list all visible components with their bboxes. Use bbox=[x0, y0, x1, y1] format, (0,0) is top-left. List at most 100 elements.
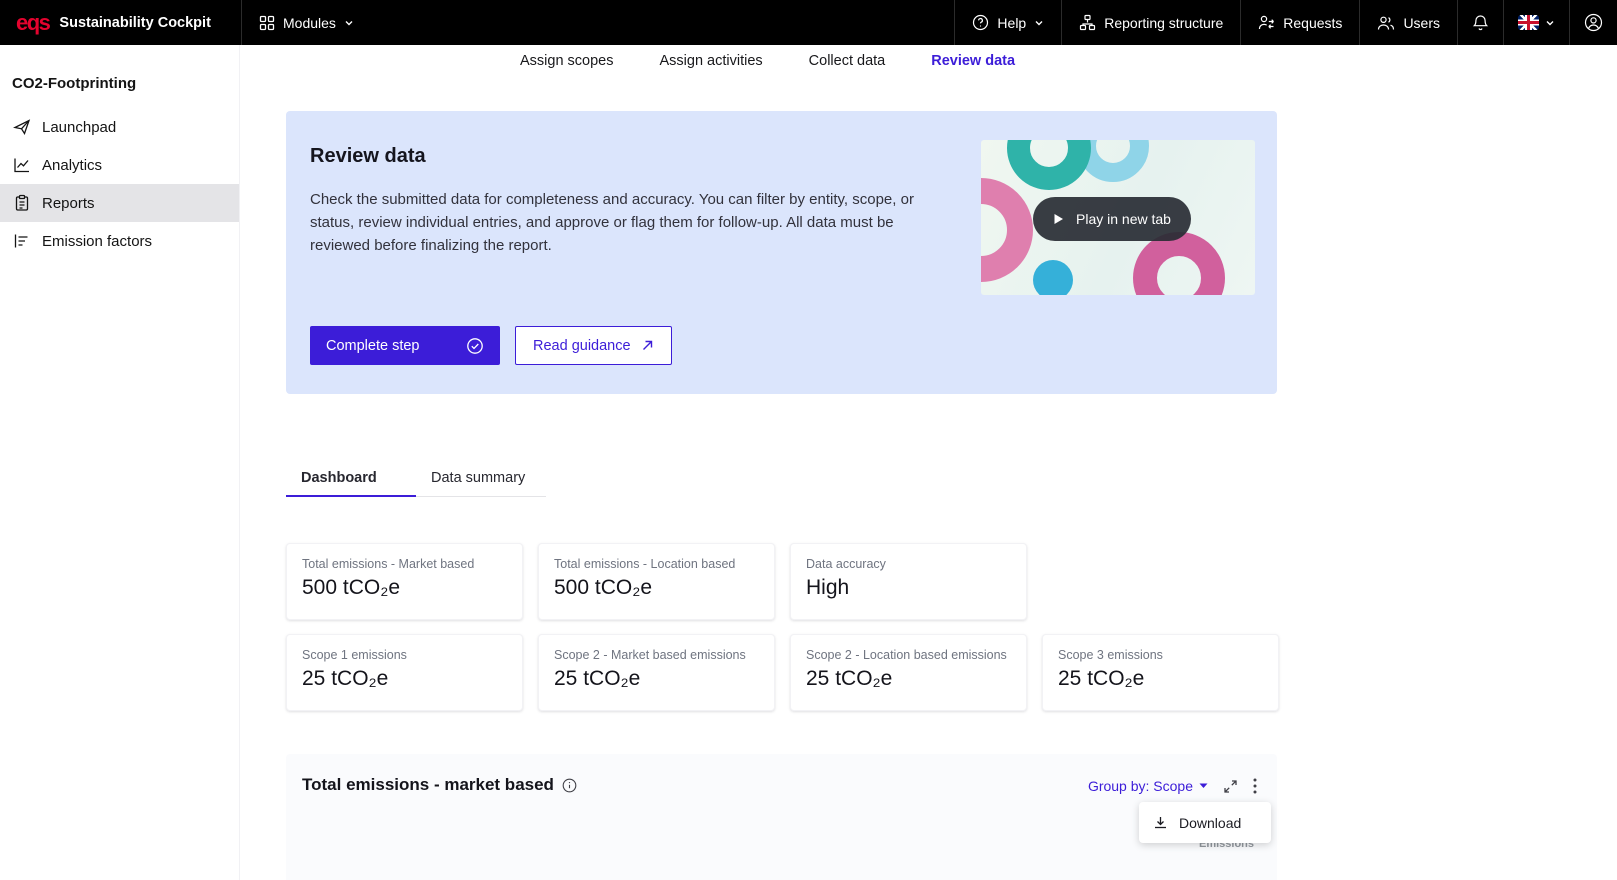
nav-label: Emission factors bbox=[42, 233, 152, 250]
step-assign-activities[interactable]: Assign activities bbox=[660, 53, 763, 69]
brand: eqs Sustainability Cockpit bbox=[0, 0, 241, 45]
launchpad-icon bbox=[13, 118, 31, 136]
tab-dashboard[interactable]: Dashboard bbox=[286, 459, 416, 496]
kpi-value: 500 tCO₂e bbox=[554, 576, 759, 600]
hero-title: Review data bbox=[310, 145, 426, 168]
sidebar-nav: Launchpad Analytics Reports Emission fac… bbox=[0, 108, 239, 260]
group-by-label: Group by: Scope bbox=[1088, 778, 1193, 794]
users-icon bbox=[1377, 15, 1395, 31]
info-icon[interactable] bbox=[562, 778, 577, 793]
tab-label: Data summary bbox=[431, 470, 525, 486]
account-menu[interactable] bbox=[1569, 0, 1617, 45]
sidebar-item-emission-factors[interactable]: Emission factors bbox=[0, 222, 239, 260]
video-decoration bbox=[1033, 260, 1073, 295]
play-in-new-tab-button[interactable]: Play in new tab bbox=[1033, 197, 1191, 241]
kpi-row-scopes: Scope 1 emissions 25 tCO₂e Scope 2 - Mar… bbox=[286, 634, 1279, 711]
app-title: Sustainability Cockpit bbox=[59, 15, 210, 31]
help-label: Help bbox=[997, 15, 1026, 31]
eqs-logo[interactable]: eqs bbox=[16, 10, 49, 36]
reports-icon bbox=[13, 194, 31, 212]
help-menu[interactable]: Help bbox=[954, 0, 1061, 45]
reporting-structure-label: Reporting structure bbox=[1104, 15, 1223, 31]
chevron-down-icon bbox=[1034, 18, 1044, 28]
wizard-steps: Assign scopes Assign activities Collect … bbox=[240, 45, 1617, 77]
hierarchy-icon bbox=[1079, 14, 1096, 31]
kpi-value: 25 tCO₂e bbox=[302, 667, 507, 691]
kebab-menu-button[interactable] bbox=[1253, 778, 1257, 794]
help-icon bbox=[972, 14, 989, 31]
group-by-dropdown[interactable]: Group by: Scope bbox=[1088, 778, 1208, 794]
kpi-card-total-location: Total emissions - Location based 500 tCO… bbox=[538, 543, 775, 620]
notifications-button[interactable] bbox=[1457, 0, 1503, 45]
read-guidance-label: Read guidance bbox=[533, 338, 631, 354]
chart-title: Total emissions - market based bbox=[302, 775, 554, 795]
chart-panel: Total emissions - market based Group by:… bbox=[286, 754, 1277, 880]
kpi-label: Scope 3 emissions bbox=[1058, 648, 1263, 662]
video-decoration bbox=[1007, 140, 1091, 190]
sidebar-item-reports[interactable]: Reports bbox=[0, 184, 239, 222]
tab-data-summary[interactable]: Data summary bbox=[416, 459, 546, 496]
kpi-card-scope2-location: Scope 2 - Location based emissions 25 tC… bbox=[790, 634, 1027, 711]
kpi-value: High bbox=[806, 576, 1011, 600]
chart-controls: Group by: Scope bbox=[1088, 778, 1257, 794]
users-button[interactable]: Users bbox=[1359, 0, 1457, 45]
kpi-value: 25 tCO₂e bbox=[806, 667, 1011, 691]
hero-actions: Complete step Read guidance bbox=[310, 326, 672, 365]
emission-factors-icon bbox=[13, 232, 31, 250]
complete-step-label: Complete step bbox=[326, 338, 420, 354]
check-circle-icon bbox=[466, 337, 484, 355]
chevron-down-icon bbox=[344, 18, 354, 28]
step-review-data[interactable]: Review data bbox=[931, 53, 1015, 69]
kpi-card-data-accuracy: Data accuracy High bbox=[790, 543, 1027, 620]
kpi-label: Scope 1 emissions bbox=[302, 648, 507, 662]
read-guidance-button[interactable]: Read guidance bbox=[515, 326, 672, 365]
kpi-value: 500 tCO₂e bbox=[302, 576, 507, 600]
arrow-up-right-icon bbox=[641, 339, 654, 352]
kpi-label: Total emissions - Market based bbox=[302, 557, 507, 571]
page-root: { "topbar": { "logo": "eqs", "brand": "S… bbox=[0, 0, 1617, 880]
play-label: Play in new tab bbox=[1076, 211, 1171, 227]
kpi-card-scope1: Scope 1 emissions 25 tCO₂e bbox=[286, 634, 523, 711]
kpi-label: Total emissions - Location based bbox=[554, 557, 759, 571]
sidebar-item-analytics[interactable]: Analytics bbox=[0, 146, 239, 184]
requests-label: Requests bbox=[1283, 15, 1342, 31]
dashboard-tabs: Dashboard Data summary bbox=[286, 459, 546, 497]
language-menu[interactable] bbox=[1503, 0, 1569, 45]
user-request-icon bbox=[1258, 14, 1275, 31]
play-icon bbox=[1053, 213, 1064, 225]
kpi-label: Scope 2 - Location based emissions bbox=[806, 648, 1011, 662]
nav-label: Analytics bbox=[42, 157, 102, 174]
tab-label: Dashboard bbox=[301, 470, 377, 486]
topbar-right: Help Reporting structure Requests Users bbox=[954, 0, 1617, 45]
video-decoration bbox=[1133, 232, 1225, 295]
download-icon bbox=[1153, 815, 1168, 830]
requests-button[interactable]: Requests bbox=[1240, 0, 1359, 45]
kpi-card-total-market: Total emissions - Market based 500 tCO₂e bbox=[286, 543, 523, 620]
sidebar-section-title: CO2-Footprinting bbox=[0, 75, 239, 92]
kpi-label: Scope 2 - Market based emissions bbox=[554, 648, 759, 662]
kpi-value: 25 tCO₂e bbox=[554, 667, 759, 691]
chevron-down-icon bbox=[1545, 18, 1555, 28]
uk-flag-icon bbox=[1518, 15, 1539, 30]
kpi-card-scope2-market: Scope 2 - Market based emissions 25 tCO₂… bbox=[538, 634, 775, 711]
nav-label: Launchpad bbox=[42, 119, 116, 136]
review-data-hero: Review data Check the submitted data for… bbox=[286, 111, 1277, 394]
grid-icon bbox=[259, 15, 275, 31]
video-decoration bbox=[981, 178, 1033, 282]
modules-menu[interactable]: Modules bbox=[241, 0, 371, 45]
account-icon bbox=[1584, 13, 1603, 32]
step-assign-scopes[interactable]: Assign scopes bbox=[520, 53, 614, 69]
kpi-row-totals: Total emissions - Market based 500 tCO₂e… bbox=[286, 543, 1027, 620]
users-label: Users bbox=[1403, 15, 1440, 31]
sidebar-item-launchpad[interactable]: Launchpad bbox=[0, 108, 239, 146]
analytics-icon bbox=[13, 156, 31, 174]
menu-item-download[interactable]: Download bbox=[1139, 804, 1271, 841]
topbar: eqs Sustainability Cockpit Modules Help … bbox=[0, 0, 1617, 45]
expand-button[interactable] bbox=[1223, 779, 1238, 794]
nav-label: Reports bbox=[42, 195, 95, 212]
step-collect-data[interactable]: Collect data bbox=[809, 53, 886, 69]
complete-step-button[interactable]: Complete step bbox=[310, 326, 500, 365]
reporting-structure-button[interactable]: Reporting structure bbox=[1061, 0, 1240, 45]
video-thumbnail[interactable]: Play in new tab bbox=[981, 140, 1255, 295]
modules-label: Modules bbox=[283, 15, 336, 31]
